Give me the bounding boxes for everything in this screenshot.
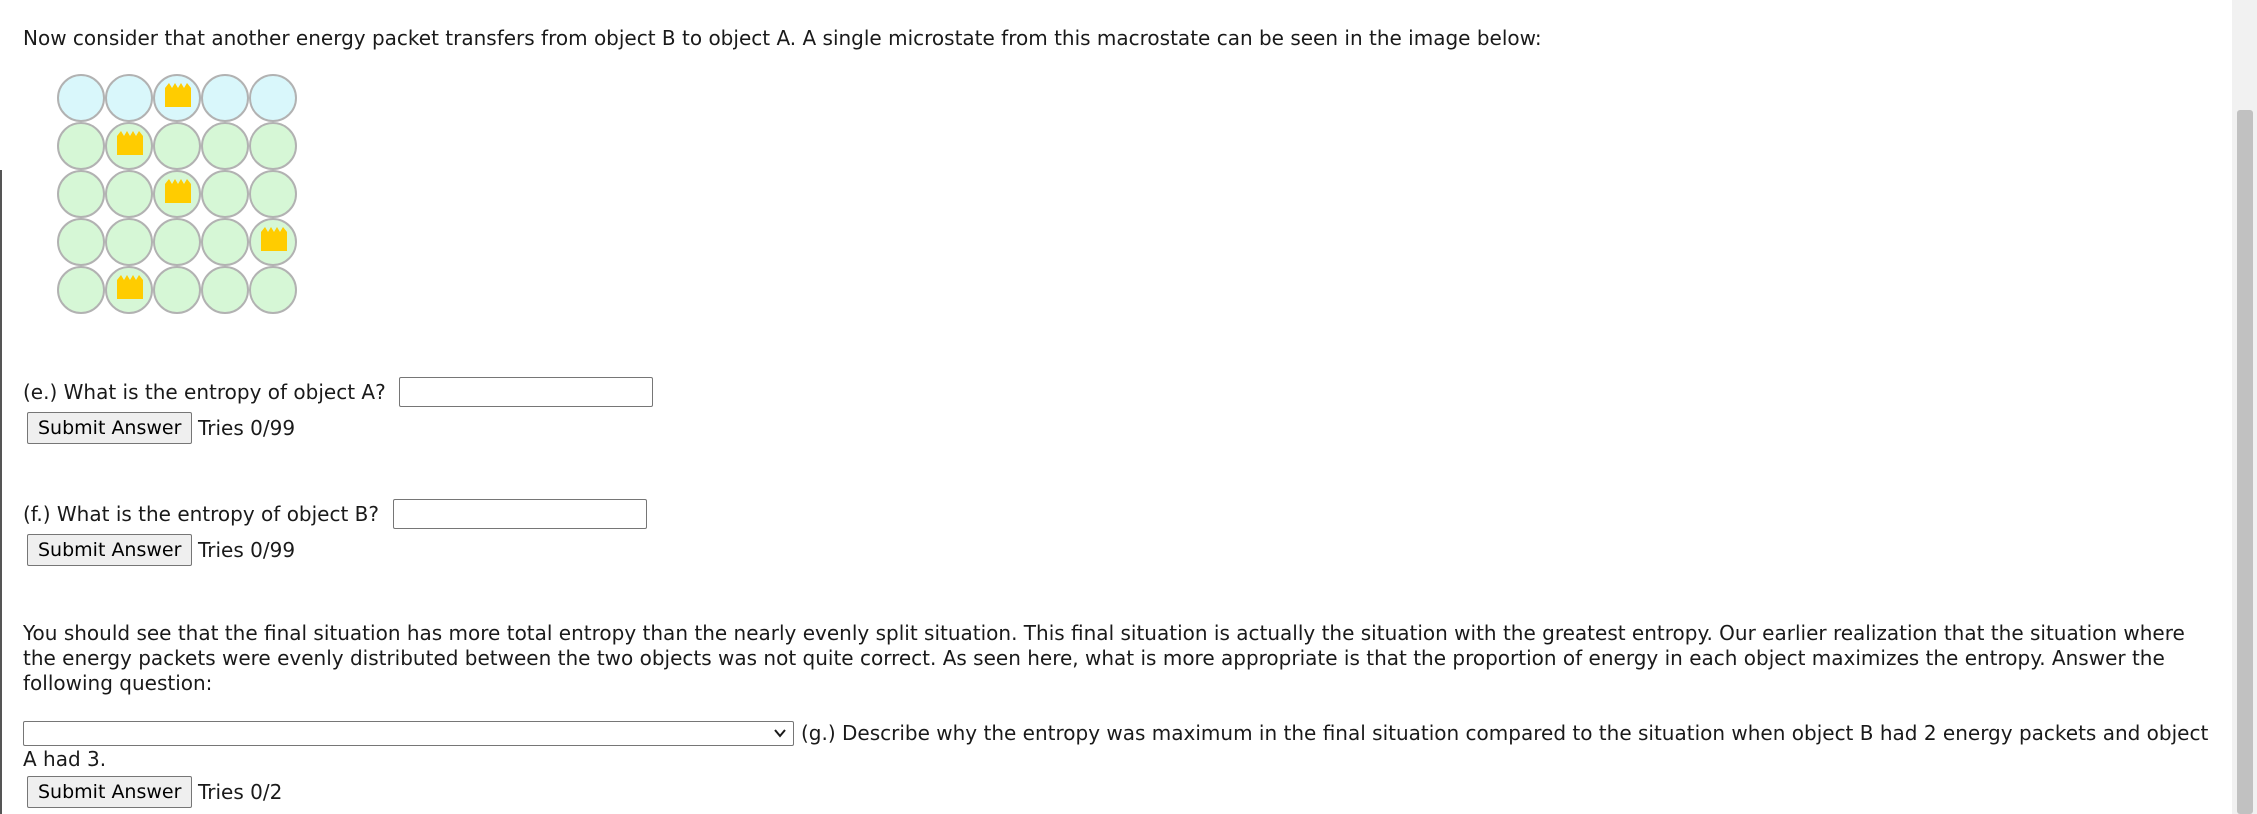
- object-b-cell: [105, 74, 153, 122]
- object-a-cell: [201, 170, 249, 218]
- problem-page: Now consider that another energy packet …: [0, 0, 2232, 814]
- question-g-label: (g.) Describe why the entropy was maximu…: [23, 721, 2209, 771]
- microstate-grid: [57, 74, 297, 314]
- object-a-cell: [249, 122, 297, 170]
- object-a-cell: [249, 218, 297, 266]
- object-a-cell: [153, 170, 201, 218]
- object-a-cell: [105, 122, 153, 170]
- intro-text: Now consider that another energy packet …: [23, 26, 1542, 50]
- question-e-tries: Tries 0/99: [198, 416, 296, 440]
- question-f-submit-button[interactable]: Submit Answer: [27, 534, 193, 566]
- scrollbar-thumb[interactable]: [2237, 110, 2253, 814]
- object-b-cell: [249, 74, 297, 122]
- left-border: [0, 170, 2, 814]
- object-a-cell: [57, 218, 105, 266]
- explanation-paragraph: You should see that the final situation …: [23, 621, 2185, 695]
- energy-packet-icon: [165, 179, 191, 203]
- question-f-tries: Tries 0/99: [198, 538, 296, 562]
- object-a-cell: [153, 122, 201, 170]
- question-e-input[interactable]: [399, 377, 653, 407]
- object-a-cell: [57, 122, 105, 170]
- object-b-cell: [57, 74, 105, 122]
- object-a-cell: [57, 266, 105, 314]
- question-g-tries: Tries 0/2: [198, 780, 283, 804]
- object-a-cell: [105, 170, 153, 218]
- question-f-input[interactable]: [393, 499, 647, 529]
- object-b-cell: [201, 74, 249, 122]
- vertical-scrollbar[interactable]: [2232, 0, 2257, 814]
- object-a-cell: [153, 266, 201, 314]
- object-a-cell: [57, 170, 105, 218]
- energy-packet-icon: [117, 131, 143, 155]
- question-e-submit-button[interactable]: Submit Answer: [27, 412, 193, 444]
- object-a-cell: [201, 218, 249, 266]
- question-e-label: (e.) What is the entropy of object A?: [23, 380, 386, 404]
- energy-packet-icon: [165, 83, 191, 107]
- object-a-cell: [249, 266, 297, 314]
- object-b-cell: [153, 74, 201, 122]
- question-g-submit-button[interactable]: Submit Answer: [27, 776, 193, 808]
- question-f-label: (f.) What is the entropy of object B?: [23, 502, 380, 526]
- object-a-cell: [201, 266, 249, 314]
- object-a-cell: [105, 218, 153, 266]
- object-a-cell: [105, 266, 153, 314]
- energy-packet-icon: [117, 275, 143, 299]
- object-a-cell: [249, 170, 297, 218]
- energy-packet-icon: [261, 227, 287, 251]
- object-a-cell: [201, 122, 249, 170]
- object-a-cell: [153, 218, 201, 266]
